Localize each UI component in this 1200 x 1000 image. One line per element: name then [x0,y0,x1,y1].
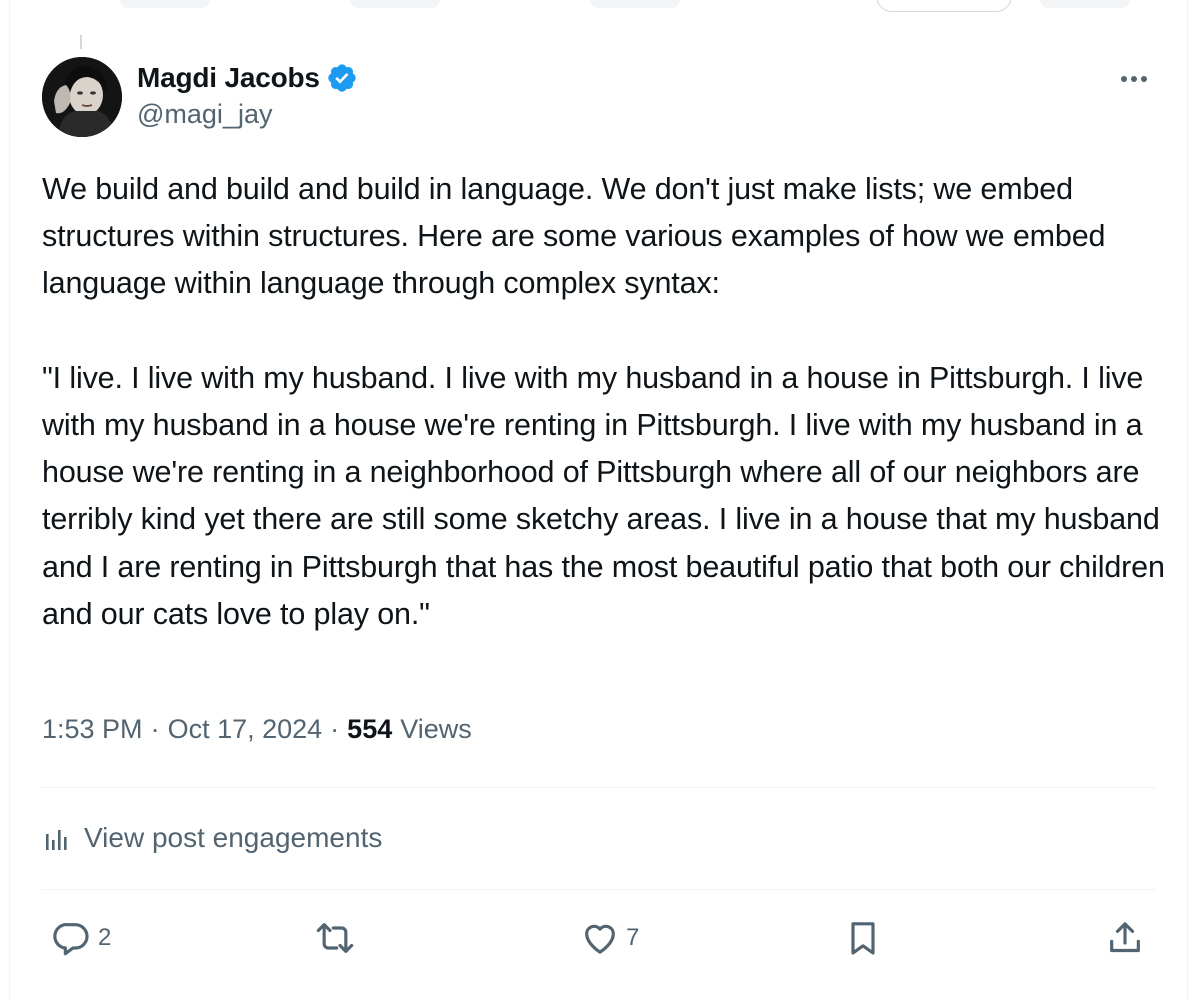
views-count: 554 [347,714,393,744]
meta-separator: · [150,714,160,744]
more-options-icon[interactable] [1114,64,1154,94]
verified-badge-icon[interactable] [326,62,358,94]
thread-connector-line [80,35,82,49]
share-icon [1110,922,1140,953]
tweet-date[interactable]: Oct 17, 2024 [168,714,323,745]
heart-icon [585,924,615,954]
reply-icon [53,923,89,956]
views-label: Views [400,714,472,744]
retweet-icon [316,923,354,953]
top-cutoff-shape [120,0,210,8]
author-name-row[interactable]: Magdi Jacobs [137,59,358,97]
tweet-metadata: 1:53 PM · Oct 17, 2024 · 554 Views [42,714,472,745]
engagements-label: View post engagements [84,822,383,853]
share-button[interactable] [1105,914,1151,962]
like-count: 7 [626,924,640,951]
retweet-button[interactable] [313,914,363,962]
top-cutoff-shape [590,0,680,8]
divider [42,787,1156,788]
meta-separator: · [330,714,340,744]
avatar-portrait [42,57,122,137]
author-handle[interactable]: @magi_jay [137,99,272,130]
top-cutoff-button[interactable] [876,0,1012,12]
bar-chart-icon [46,830,67,850]
top-cutoff-shape [350,0,440,8]
like-button[interactable]: 7 [580,914,639,962]
author-display-name[interactable]: Magdi Jacobs [137,62,320,94]
action-bar: 2 7 [0,914,1200,964]
tweet-time[interactable]: 1:53 PM [42,714,143,745]
bookmark-button[interactable] [843,914,889,962]
bookmark-icon [851,922,875,955]
reply-count: 2 [98,924,112,951]
divider [42,889,1156,890]
view-post-engagements-link[interactable]: View post engagements [42,818,382,858]
reply-button[interactable]: 2 [52,914,111,962]
top-cutoff-shape [1040,0,1130,8]
tweet-text: We build and build and build in language… [42,172,1165,631]
avatar[interactable] [42,57,122,137]
